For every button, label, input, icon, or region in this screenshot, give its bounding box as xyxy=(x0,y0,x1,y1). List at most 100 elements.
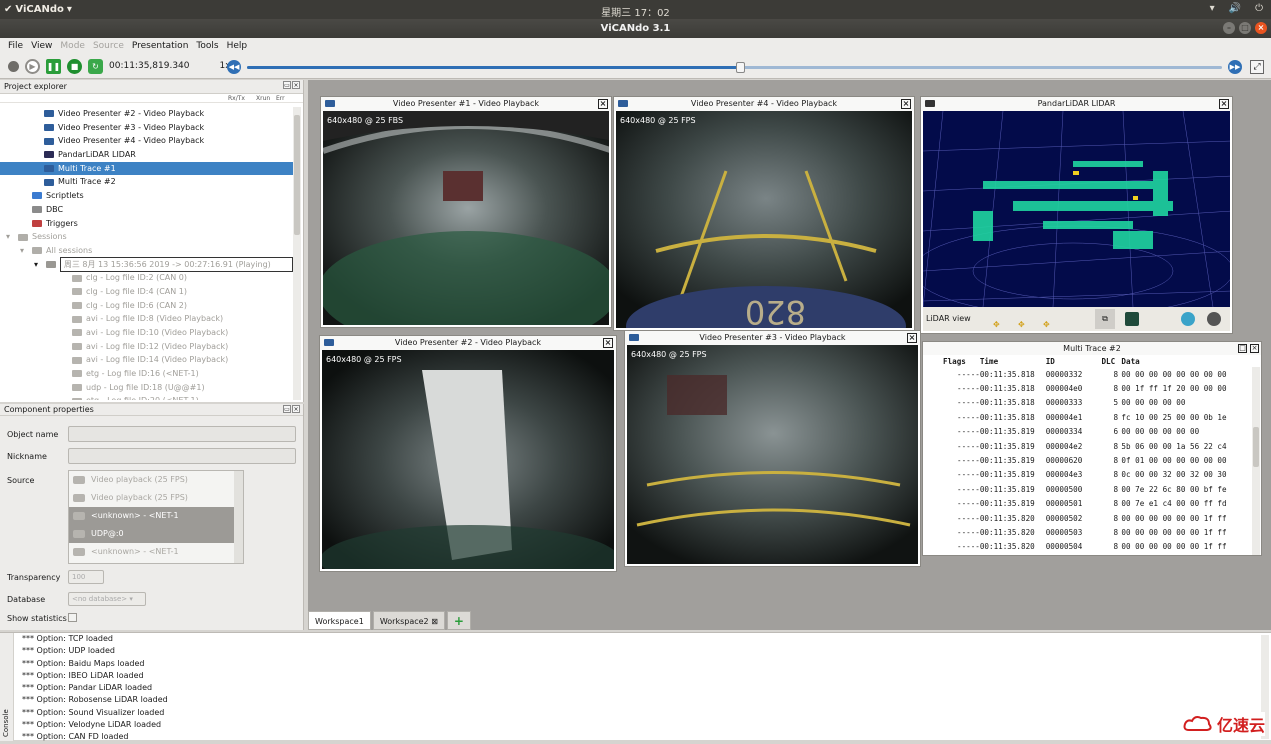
stop-button[interactable]: ■ xyxy=(67,58,82,74)
column-header[interactable]: DLC xyxy=(1101,355,1121,367)
record-button[interactable] xyxy=(8,60,19,72)
tree-item[interactable]: DBC xyxy=(0,203,293,217)
close-icon[interactable]: × xyxy=(598,99,608,109)
tree-item[interactable]: etg - Log file ID:16 (<NET-1) xyxy=(0,367,293,381)
maximize-icon[interactable]: □ xyxy=(1239,22,1251,34)
tree-item[interactable]: etg - Log file ID:20 (<NET-1) xyxy=(0,394,293,400)
table-row[interactable]: ----- 00:11:35.819 00000501 8 00 7e e1 c4 00… xyxy=(925,497,1261,511)
source-item[interactable]: <unknown> - <NET-1 xyxy=(69,507,243,525)
axes-icon[interactable]: ✥ xyxy=(993,313,1000,337)
close-icon[interactable]: × xyxy=(1219,99,1229,109)
tree-item[interactable]: avi - Log file ID:8 (Video Playback) xyxy=(0,312,293,326)
tree-item[interactable]: ▾ All sessions xyxy=(0,244,293,258)
fullscreen-icon[interactable]: ⤢ xyxy=(1250,60,1264,74)
axes-icon[interactable]: ✥ xyxy=(1043,313,1050,337)
tree-item[interactable]: avi - Log file ID:12 (Video Playback) xyxy=(0,340,293,354)
float-icon[interactable]: ▭ xyxy=(283,405,291,413)
timeline-slider[interactable] xyxy=(247,62,1222,73)
close-icon[interactable]: × xyxy=(292,81,300,89)
fast-forward-button[interactable]: ▶▶ xyxy=(1228,60,1242,74)
source-item[interactable]: Video playback (25 FPS) xyxy=(69,489,243,507)
axes-icon[interactable]: ✥ xyxy=(1018,313,1025,337)
video-presenter-1-window[interactable]: Video Presenter #1 - Video Playback × 640… xyxy=(320,96,612,328)
menu-tools[interactable]: Tools xyxy=(192,41,222,51)
tree-item[interactable]: ▾ Sessions xyxy=(0,230,293,244)
tab-workspace2[interactable]: Workspace2 ⊠ xyxy=(372,611,445,630)
table-row[interactable]: ----- 00:11:35.819 000004e2 8 5b 06 00 00 1a… xyxy=(925,439,1261,453)
close-icon[interactable]: ⊠ xyxy=(431,617,438,626)
tree-item[interactable]: Video Presenter #4 - Video Playback xyxy=(0,134,293,148)
table-row[interactable]: ----- 00:11:35.818 000004e1 8 fc 10 00 25 00… xyxy=(925,410,1261,424)
float-icon[interactable]: ▭ xyxy=(283,81,291,89)
explorer-scrollbar[interactable] xyxy=(293,107,301,400)
rewind-button[interactable]: ◀◀ xyxy=(227,60,241,74)
expand-arrow-icon[interactable]: ▾ xyxy=(20,244,24,258)
tree-item[interactable]: avi - Log file ID:10 (Video Playback) xyxy=(0,326,293,340)
source-item[interactable]: Video playback (25 FPS) xyxy=(69,471,243,489)
multi-trace-2-window[interactable]: Multi Trace #2 □ × Flags Time ID DLC Data --… xyxy=(922,341,1262,556)
pause-button[interactable]: ❚❚ xyxy=(46,58,61,74)
expand-arrow-icon[interactable]: ▾ xyxy=(34,258,38,272)
timeline-handle[interactable] xyxy=(736,62,746,73)
column-header[interactable]: Time xyxy=(980,355,1046,367)
table-row[interactable]: ----- 00:11:35.819 000004e3 8 0c 00 00 32 00… xyxy=(925,468,1261,482)
tree-item[interactable]: avi - Log file ID:14 (Video Playback) xyxy=(0,353,293,367)
source-scrollbar[interactable] xyxy=(234,471,243,563)
dropdown-arrow-icon[interactable]: ▾ xyxy=(1210,3,1215,14)
close-icon[interactable]: × xyxy=(1255,22,1267,34)
tree-item[interactable]: Scriptlets xyxy=(0,189,293,203)
menu-presentation[interactable]: Presentation xyxy=(128,41,193,51)
column-header[interactable]: Flags xyxy=(925,355,980,367)
video-presenter-4-window[interactable]: Video Presenter #4 - Video Playback × 820… xyxy=(613,96,915,331)
table-row[interactable]: ----- 00:11:35.819 00000334 6 00 00 00 00 00… xyxy=(925,425,1261,439)
loop-button[interactable]: ↻ xyxy=(88,58,103,74)
close-icon[interactable]: × xyxy=(907,333,917,343)
table-row[interactable]: ----- 00:11:35.820 00000502 8 00 00 00 00 00… xyxy=(925,511,1261,525)
table-row[interactable]: ----- 00:11:35.818 000004e0 8 00 1f ff 1f 20… xyxy=(925,381,1261,395)
tree-item[interactable]: Video Presenter #3 - Video Playback xyxy=(0,121,293,135)
menu-help[interactable]: Help xyxy=(223,41,252,51)
menu-file[interactable]: File xyxy=(4,41,27,51)
source-list[interactable]: Video playback (25 FPS) Video playback (2… xyxy=(68,470,244,564)
expand-arrow-icon[interactable]: ▾ xyxy=(6,230,10,244)
close-icon[interactable]: × xyxy=(1250,344,1259,353)
minimize-icon[interactable]: – xyxy=(1223,22,1235,34)
source-item[interactable]: <unknown> - <NET-1 xyxy=(69,543,243,561)
color-icon[interactable] xyxy=(1125,312,1139,326)
copy-icon[interactable]: ⧉ xyxy=(1095,309,1115,329)
tree-item[interactable]: PandarLiDAR LIDAR xyxy=(0,148,293,162)
tab-workspace1[interactable]: Workspace1 xyxy=(308,611,371,630)
column-header[interactable]: Data xyxy=(1121,355,1261,367)
transparency-spinbox[interactable]: 100 xyxy=(68,570,104,584)
play-button[interactable]: ▶ xyxy=(25,58,40,74)
column-header[interactable]: ID xyxy=(1046,355,1102,367)
tree-item[interactable]: clg - Log file ID:6 (CAN 2) xyxy=(0,299,293,313)
table-row[interactable]: ----- 00:11:35.820 00000504 8 00 00 00 00 00… xyxy=(925,540,1261,554)
tree-item[interactable]: ▾ 周三 8月 13 15:36:56 2019 -> 00:27:16.91 (… xyxy=(0,256,293,273)
source-item[interactable]: UDP@:0 xyxy=(69,525,243,543)
menu-view[interactable]: View xyxy=(27,41,56,51)
lidar-window[interactable]: PandarLiDAR LIDAR × LiDAR view ✥ ✥ ✥ ⧉ xyxy=(920,96,1233,334)
power-icon[interactable]: ⏻ xyxy=(1255,3,1263,14)
tree-item[interactable]: Video Presenter #2 - Video Playback xyxy=(0,107,293,121)
table-row[interactable]: ----- 00:11:35.819 00000500 8 00 7e 22 6c 80… xyxy=(925,482,1261,496)
close-icon[interactable]: × xyxy=(901,99,911,109)
table-row[interactable]: ----- 00:11:35.818 00000332 8 00 00 00 00 00… xyxy=(925,367,1261,381)
tree-item[interactable]: Multi Trace #2 xyxy=(0,175,293,189)
add-workspace-button[interactable]: + xyxy=(446,611,471,630)
app-menu[interactable]: ✔ ViCANdo ▾ xyxy=(4,4,72,15)
object-name-field[interactable] xyxy=(68,426,296,442)
table-row[interactable]: ----- 00:11:35.819 00000620 8 0f 01 00 00 00… xyxy=(925,453,1261,467)
tree-item[interactable]: clg - Log file ID:4 (CAN 1) xyxy=(0,285,293,299)
save-icon[interactable] xyxy=(1181,312,1195,326)
show-statistics-checkbox[interactable] xyxy=(68,613,77,622)
tree-item[interactable]: Multi Trace #1 xyxy=(0,161,293,176)
close-icon[interactable]: × xyxy=(292,405,300,413)
table-row[interactable]: ----- 00:11:35.820 00000503 8 00 00 00 00 00… xyxy=(925,525,1261,539)
close-icon[interactable]: × xyxy=(603,338,613,348)
settings-icon[interactable] xyxy=(1207,312,1221,326)
table-row[interactable]: ----- 00:11:35.818 00000333 5 00 00 00 00 00 xyxy=(925,396,1261,410)
tree-item[interactable]: clg - Log file ID:2 (CAN 0) xyxy=(0,271,293,285)
volume-icon[interactable]: 🔊 xyxy=(1229,3,1241,14)
maximize-icon[interactable]: □ xyxy=(1238,344,1247,353)
